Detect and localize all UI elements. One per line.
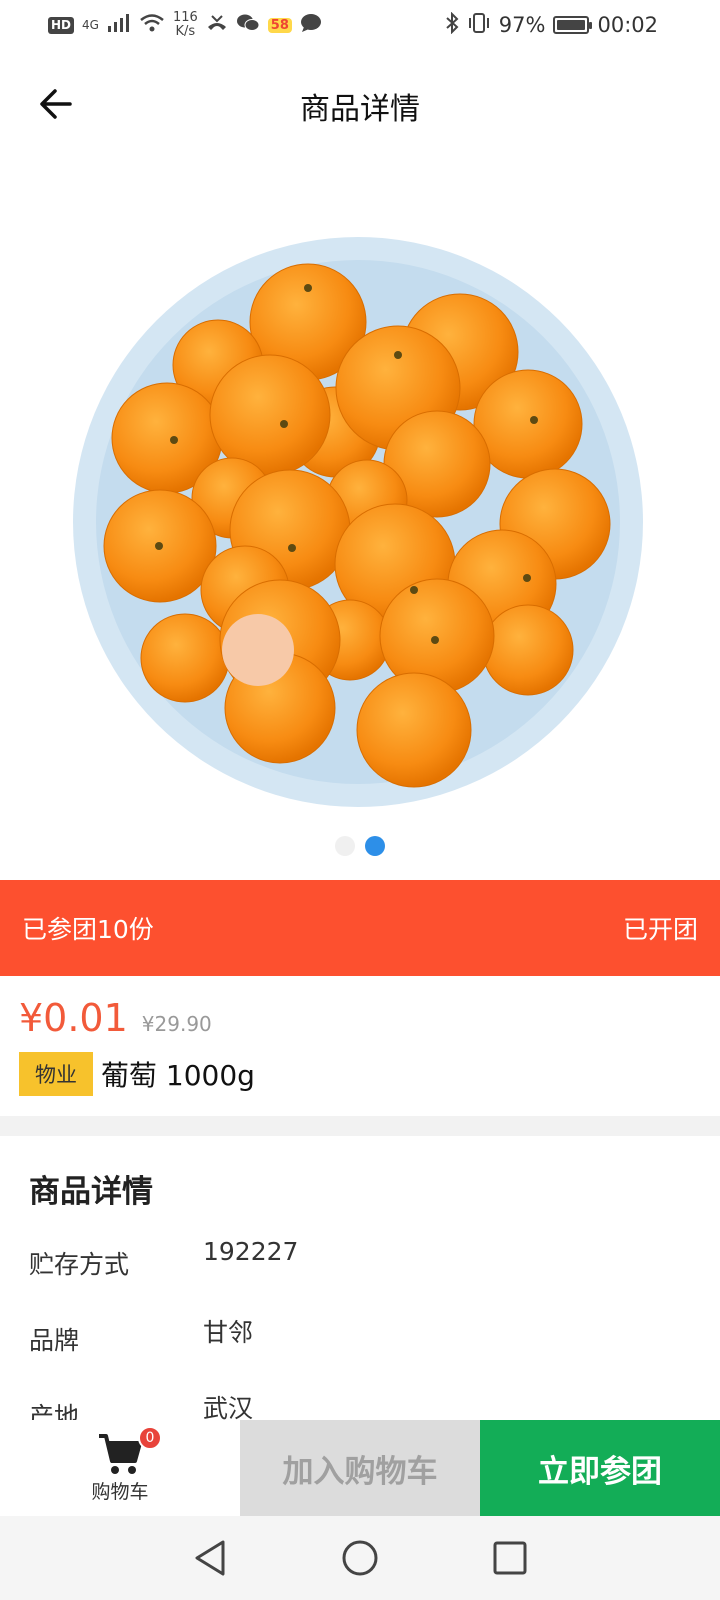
- net-speed-unit: K/s: [175, 24, 196, 39]
- spec-row: 品牌 甘邻: [29, 1307, 691, 1383]
- spec-row: 贮存方式 192227: [29, 1231, 691, 1307]
- cart-button[interactable]: 购物车 0: [0, 1420, 240, 1516]
- wechat-icon: [236, 13, 260, 38]
- price-area: ¥0.01 ¥29.90 物业 葡萄 1000g: [0, 976, 720, 1116]
- status-left: HD 4G 116 K/s 58: [48, 11, 322, 39]
- battery-fill: [557, 20, 585, 30]
- signal-icon: [107, 13, 131, 37]
- product-name-row: 物业 葡萄 1000g: [19, 1052, 701, 1096]
- current-price: ¥0.01: [19, 996, 128, 1040]
- status-bar: HD 4G 116 K/s 58 97% 00:02: [0, 0, 720, 50]
- missed-call-icon: [206, 13, 228, 38]
- nav-home-icon: [342, 1540, 378, 1576]
- product-image: [73, 237, 643, 807]
- section-divider: [0, 1116, 720, 1136]
- group-status: 已开团: [622, 915, 698, 944]
- app-bar: 商品详情: [0, 50, 720, 160]
- nav-recents-button[interactable]: [485, 1533, 535, 1583]
- bluetooth-icon: [445, 11, 459, 39]
- product-details: 商品详情 贮存方式 192227 品牌 甘邻 产地 武汉: [0, 1136, 720, 1420]
- nav-back-button[interactable]: [185, 1533, 235, 1583]
- vibrate-icon: [467, 12, 491, 39]
- details-section-title: 商品详情: [29, 1174, 153, 1210]
- price-row: ¥0.01 ¥29.90: [19, 996, 701, 1040]
- network-type: 4G: [82, 18, 99, 32]
- add-to-cart-button[interactable]: 加入购物车: [240, 1420, 480, 1516]
- category-tag: 物业: [19, 1052, 93, 1096]
- wifi-icon: [139, 13, 165, 38]
- carousel-dot-active[interactable]: [365, 836, 385, 856]
- spec-value: 192227: [203, 1237, 299, 1266]
- spec-value: 武汉: [203, 1394, 254, 1420]
- nav-home-button[interactable]: [335, 1533, 385, 1583]
- cart-count-badge: 0: [138, 1426, 162, 1450]
- product-name: 葡萄 1000g: [101, 1059, 255, 1092]
- join-group-button[interactable]: 立即参团: [480, 1420, 720, 1516]
- status-right: 97% 00:02: [445, 11, 658, 39]
- hd-badge: HD: [48, 16, 75, 34]
- carousel-dot[interactable]: [335, 836, 355, 856]
- spec-label: 贮存方式: [29, 1250, 130, 1279]
- nav-back-icon: [195, 1540, 225, 1576]
- group-joined-count: 已参团10份: [22, 915, 154, 944]
- app-58-badge: 58: [267, 17, 292, 33]
- battery-percent: 97%: [498, 13, 546, 37]
- spec-label: 品牌: [29, 1326, 80, 1355]
- net-speed-value: 116: [172, 10, 198, 25]
- spec-value: 甘邻: [203, 1318, 254, 1347]
- cart-label: 购物车: [91, 1480, 149, 1503]
- system-nav-bar: [0, 1516, 720, 1600]
- original-price: ¥29.90: [141, 1012, 212, 1036]
- battery-icon: [553, 16, 593, 34]
- cart-icon: [99, 1433, 142, 1474]
- page-title: 商品详情: [300, 92, 420, 127]
- clock: 00:02: [597, 13, 658, 37]
- spec-label: 产地: [29, 1402, 80, 1420]
- message-icon: [300, 13, 322, 38]
- nav-recents-icon: [493, 1541, 527, 1575]
- carousel-indicator: [0, 836, 720, 856]
- product-image-carousel[interactable]: [0, 160, 720, 830]
- group-banner: 已参团10份 已开团: [0, 880, 720, 976]
- net-speed: 116 K/s: [173, 11, 198, 39]
- bottom-action-bar: 购物车 0 加入购物车 立即参团: [0, 1420, 720, 1516]
- spec-row: 产地 武汉: [29, 1383, 691, 1420]
